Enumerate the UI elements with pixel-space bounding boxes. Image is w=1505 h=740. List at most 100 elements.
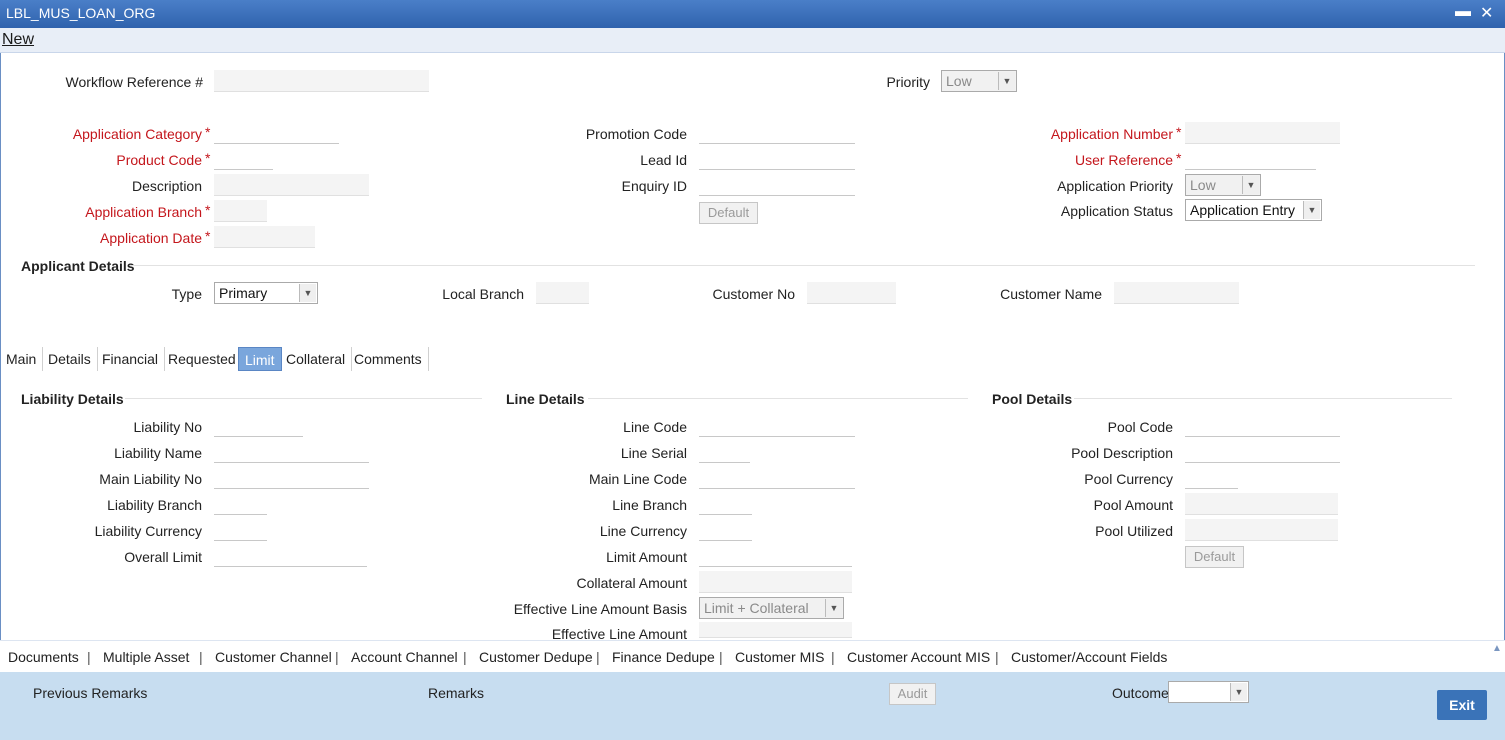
user-ref-label: User Reference [1074, 152, 1173, 168]
local-branch-input[interactable] [536, 282, 589, 304]
nav-finance-dedupe[interactable]: Finance Dedupe [612, 649, 715, 665]
outcome-label: Outcome [1112, 685, 1169, 701]
main-line-code-input[interactable] [699, 467, 855, 489]
priority-value: Low [946, 73, 972, 89]
customer-name-input[interactable] [1114, 282, 1239, 304]
nav-multiple-asset[interactable]: Multiple Asset [103, 649, 189, 665]
required-mark: * [205, 202, 211, 218]
pool-code-input[interactable] [1185, 415, 1340, 437]
pool-amount-label: Pool Amount [1093, 497, 1173, 513]
pool-utilized-input[interactable] [1185, 519, 1338, 541]
effective-basis-label: Effective Line Amount Basis [513, 601, 687, 617]
liability-no-input[interactable] [214, 415, 303, 437]
app-date-input[interactable] [214, 226, 315, 248]
outcome-select[interactable]: ▼ [1168, 681, 1249, 703]
pool-utilized-label: Pool Utilized [1095, 523, 1173, 539]
scroll-up-icon[interactable]: ▲ [1492, 643, 1502, 654]
collateral-amount-input[interactable] [699, 571, 852, 593]
nav-customer-channel[interactable]: Customer Channel [215, 649, 332, 665]
applicant-section-title: Applicant Details [21, 258, 135, 274]
tab-limit[interactable]: Limit [238, 347, 282, 371]
app-branch-input[interactable] [214, 200, 267, 222]
app-status-label: Application Status [1060, 203, 1173, 219]
workflow-ref-input[interactable] [214, 70, 429, 92]
type-label: Type [171, 286, 202, 302]
minimize-icon[interactable]: ▬ [1455, 3, 1471, 21]
line-serial-label: Line Serial [620, 445, 687, 461]
default-button[interactable]: Default [699, 202, 758, 224]
line-code-input[interactable] [699, 415, 855, 437]
tab-comments[interactable]: Comments [348, 347, 429, 371]
pool-description-input[interactable] [1185, 441, 1340, 463]
app-status-select[interactable]: Application Entry ▼ [1185, 199, 1322, 221]
description-input[interactable] [214, 174, 369, 196]
effective-amount-input[interactable] [699, 622, 852, 638]
chevron-down-icon: ▼ [825, 599, 842, 617]
line-branch-input[interactable] [699, 493, 752, 515]
effective-basis-select[interactable]: Limit + Collateral ▼ [699, 597, 844, 619]
line-currency-input[interactable] [699, 519, 752, 541]
close-icon[interactable]: ✕ [1480, 3, 1493, 23]
new-link[interactable]: New [2, 31, 34, 49]
product-code-input[interactable] [214, 148, 273, 170]
nav-separator: | [995, 649, 999, 665]
required-mark: * [205, 228, 211, 244]
chevron-down-icon: ▼ [1230, 683, 1247, 701]
required-mark: * [1176, 124, 1182, 140]
nav-customer-account-mis[interactable]: Customer Account MIS [847, 649, 990, 665]
liability-currency-input[interactable] [214, 519, 267, 541]
nav-customer-mis[interactable]: Customer MIS [735, 649, 824, 665]
priority-select[interactable]: Low ▼ [941, 70, 1017, 92]
nav-customer-dedupe[interactable]: Customer Dedupe [479, 649, 593, 665]
nav-separator: | [463, 649, 467, 665]
user-ref-input[interactable] [1185, 148, 1316, 170]
promotion-code-input[interactable] [699, 122, 855, 144]
enquiry-id-input[interactable] [699, 174, 855, 196]
nav-account-channel[interactable]: Account Channel [351, 649, 458, 665]
liability-name-input[interactable] [214, 441, 369, 463]
tab-main[interactable]: Main [0, 347, 44, 371]
app-priority-label: Application Priority [1057, 178, 1173, 194]
previous-remarks-link[interactable]: Previous Remarks [33, 685, 147, 701]
tab-financial[interactable]: Financial [96, 347, 166, 371]
workflow-ref-label: Workflow Reference # [65, 74, 203, 90]
app-category-input[interactable] [214, 122, 339, 144]
lead-id-input[interactable] [699, 148, 855, 170]
chevron-down-icon: ▼ [299, 284, 316, 302]
app-date-label: Application Date [100, 230, 202, 246]
local-branch-label: Local Branch [442, 286, 524, 302]
nav-separator: | [831, 649, 835, 665]
nav-customer-account-fields[interactable]: Customer/Account Fields [1011, 649, 1167, 665]
tab-details[interactable]: Details [42, 347, 98, 371]
window-titlebar: LBL_MUS_LOAN_ORG ▬ ✕ [0, 0, 1505, 28]
type-select[interactable]: Primary ▼ [214, 282, 318, 304]
nav-separator: | [596, 649, 600, 665]
footer-panel: Previous Remarks Remarks Audit Outcome ▼ [0, 672, 1505, 740]
pool-default-button[interactable]: Default [1185, 546, 1244, 568]
pool-currency-label: Pool Currency [1084, 471, 1173, 487]
line-serial-input[interactable] [699, 441, 750, 463]
app-priority-select[interactable]: Low ▼ [1185, 174, 1261, 196]
app-priority-value: Low [1190, 177, 1216, 193]
limit-amount-input[interactable] [699, 545, 852, 567]
chevron-down-icon: ▼ [1242, 176, 1259, 194]
exit-button[interactable]: Exit [1437, 690, 1487, 720]
remarks-label[interactable]: Remarks [428, 685, 484, 701]
overall-limit-input[interactable] [214, 545, 367, 567]
customer-no-input[interactable] [807, 282, 896, 304]
tab-collateral[interactable]: Collateral [280, 347, 353, 371]
audit-button[interactable]: Audit [889, 683, 936, 705]
line-section-title: Line Details [506, 391, 585, 407]
app-number-input[interactable] [1185, 122, 1340, 144]
pool-currency-input[interactable] [1185, 467, 1238, 489]
line-code-label: Line Code [623, 419, 687, 435]
tab-requested[interactable]: Requested [162, 347, 243, 371]
nav-documents[interactable]: Documents [8, 649, 79, 665]
customer-name-label: Customer Name [1000, 286, 1102, 302]
divider [125, 398, 482, 399]
pool-amount-input[interactable] [1185, 493, 1338, 515]
divider [588, 398, 968, 399]
type-value: Primary [219, 285, 268, 301]
main-liability-no-input[interactable] [214, 467, 369, 489]
liability-branch-input[interactable] [214, 493, 267, 515]
